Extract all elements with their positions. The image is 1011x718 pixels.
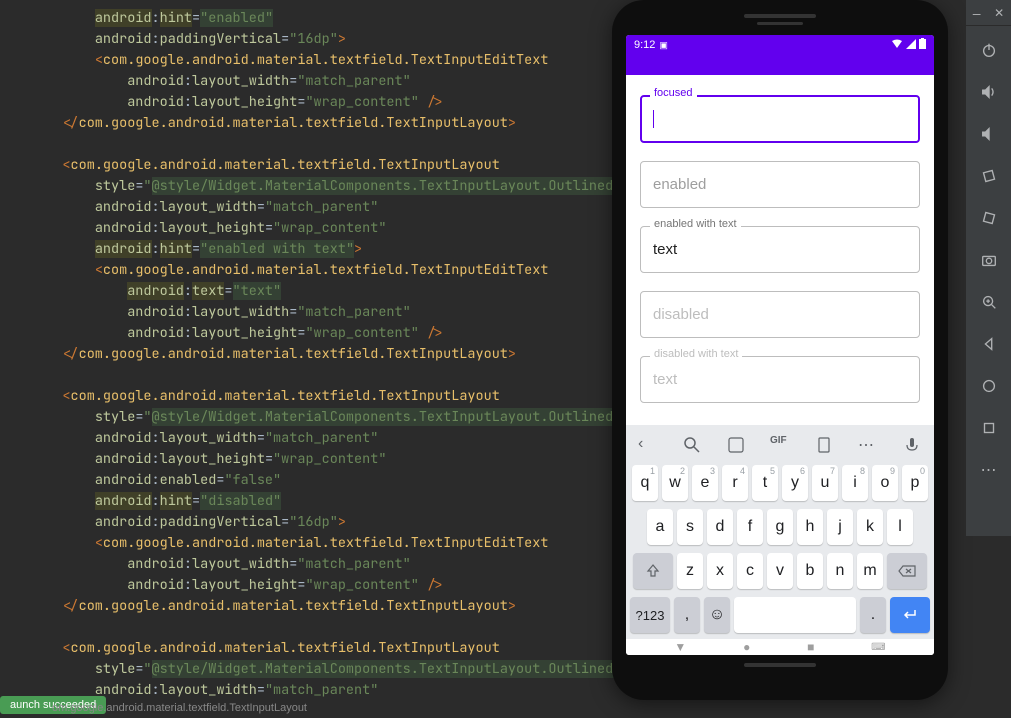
search-icon[interactable] bbox=[682, 435, 702, 455]
battery-icon bbox=[919, 38, 926, 52]
textfield-enabled-with-text[interactable]: enabled with text text bbox=[640, 226, 920, 273]
key-t[interactable]: t5 bbox=[752, 465, 778, 501]
textfield-label: enabled with text bbox=[650, 218, 741, 230]
key-s[interactable]: s bbox=[677, 509, 703, 545]
more-icon[interactable]: ⋯ bbox=[979, 460, 999, 480]
breadcrumb[interactable]: om.google.android.material.textfield.Tex… bbox=[52, 698, 307, 718]
status-square-icon: ▣ bbox=[659, 40, 668, 51]
keyboard-row-2: asdfghjkl bbox=[630, 509, 930, 545]
more-icon[interactable]: ⋯ bbox=[858, 435, 878, 455]
key-z[interactable]: z bbox=[677, 553, 703, 589]
android-nav-bar: ▼ ● ■ ⌨ bbox=[626, 639, 934, 655]
overview-icon[interactable] bbox=[979, 418, 999, 438]
device-speaker bbox=[744, 14, 816, 18]
emulator-toolbar: ⋯ bbox=[966, 26, 1011, 536]
key-period[interactable]: . bbox=[860, 597, 886, 633]
key-g[interactable]: g bbox=[767, 509, 793, 545]
key-o[interactable]: o9 bbox=[872, 465, 898, 501]
key-v[interactable]: v bbox=[767, 553, 793, 589]
app-bar bbox=[626, 55, 934, 75]
key-l[interactable]: l bbox=[887, 509, 913, 545]
key-h[interactable]: h bbox=[797, 509, 823, 545]
textfield-enabled[interactable]: enabled bbox=[640, 161, 920, 208]
emulator-device-frame: 9:12 ▣ focused enabled bbox=[612, 0, 948, 700]
key-e[interactable]: e3 bbox=[692, 465, 718, 501]
key-b[interactable]: b bbox=[797, 553, 823, 589]
key-m[interactable]: m bbox=[857, 553, 883, 589]
key-a[interactable]: a bbox=[647, 509, 673, 545]
key-space[interactable] bbox=[734, 597, 856, 633]
key-r[interactable]: r4 bbox=[722, 465, 748, 501]
volume-up-icon[interactable] bbox=[979, 82, 999, 102]
key-i[interactable]: i8 bbox=[842, 465, 868, 501]
key-w[interactable]: w2 bbox=[662, 465, 688, 501]
wifi-icon bbox=[891, 39, 903, 52]
nav-recent-icon[interactable]: ■ bbox=[807, 640, 814, 654]
signal-icon bbox=[906, 39, 916, 52]
key-comma[interactable]: , bbox=[674, 597, 700, 633]
key-n[interactable]: n bbox=[827, 553, 853, 589]
close-icon[interactable]: ✕ bbox=[994, 6, 1004, 20]
key-q[interactable]: q1 bbox=[632, 465, 658, 501]
textfield-label: disabled with text bbox=[650, 348, 742, 360]
key-k[interactable]: k bbox=[857, 509, 883, 545]
screen-content: focused enabled enabled with text text d… bbox=[626, 75, 934, 441]
clipboard-icon[interactable] bbox=[814, 435, 834, 455]
textfield-disabled-with-text: disabled with text text bbox=[640, 356, 920, 403]
nav-keyboard-icon[interactable]: ⌨ bbox=[871, 642, 885, 653]
key-u[interactable]: u7 bbox=[812, 465, 838, 501]
keyboard-row-3: zxcvbnm bbox=[630, 553, 930, 589]
rotate-left-icon[interactable] bbox=[979, 166, 999, 186]
key-d[interactable]: d bbox=[707, 509, 733, 545]
key-enter[interactable] bbox=[890, 597, 930, 633]
emulator-window-controls: – ✕ bbox=[966, 0, 1011, 26]
textfield-label: focused bbox=[650, 87, 697, 99]
chevron-left-icon[interactable]: ‹ bbox=[638, 435, 658, 455]
home-icon[interactable] bbox=[979, 376, 999, 396]
zoom-icon[interactable] bbox=[979, 292, 999, 312]
back-icon[interactable] bbox=[979, 334, 999, 354]
emulator-screen[interactable]: 9:12 ▣ focused enabled bbox=[626, 35, 934, 655]
mic-icon[interactable] bbox=[902, 435, 922, 455]
key-x[interactable]: x bbox=[707, 553, 733, 589]
key-f[interactable]: f bbox=[737, 509, 763, 545]
key-backspace[interactable] bbox=[887, 553, 927, 589]
key-shift[interactable] bbox=[633, 553, 673, 589]
textfield-disabled: disabled bbox=[640, 291, 920, 338]
android-status-bar: 9:12 ▣ bbox=[626, 35, 934, 55]
volume-down-icon[interactable] bbox=[979, 124, 999, 144]
keyboard-row-1: q1w2e3r4t5y6u7i8o9p0 bbox=[630, 465, 930, 501]
status-time: 9:12 bbox=[634, 39, 655, 51]
minimize-icon[interactable]: – bbox=[973, 5, 981, 21]
key-j[interactable]: j bbox=[827, 509, 853, 545]
sticker-icon[interactable] bbox=[726, 435, 746, 455]
key-emoji[interactable]: ☺ bbox=[704, 597, 730, 633]
device-speaker-bottom bbox=[744, 663, 816, 667]
nav-back-icon[interactable]: ▼ bbox=[674, 640, 686, 654]
key-y[interactable]: y6 bbox=[782, 465, 808, 501]
textfield-focused[interactable]: focused bbox=[640, 95, 920, 143]
key-c[interactable]: c bbox=[737, 553, 763, 589]
rotate-right-icon[interactable] bbox=[979, 208, 999, 228]
key-p[interactable]: p0 bbox=[902, 465, 928, 501]
power-icon[interactable] bbox=[979, 40, 999, 60]
key-symbols[interactable]: ?123 bbox=[630, 597, 670, 633]
camera-icon[interactable] bbox=[979, 250, 999, 270]
text-cursor bbox=[653, 110, 654, 128]
device-speaker-small bbox=[757, 22, 803, 25]
gif-icon[interactable]: GIF bbox=[770, 435, 790, 455]
keyboard-toolbar: ‹ GIF ⋯ bbox=[630, 431, 930, 465]
keyboard-row-4: ?123 , ☺ . bbox=[630, 597, 930, 633]
nav-home-icon[interactable]: ● bbox=[743, 640, 750, 654]
soft-keyboard[interactable]: ‹ GIF ⋯ q1w2e3r4t5y6u7i8o9p0 asdfghjkl z… bbox=[626, 425, 934, 639]
